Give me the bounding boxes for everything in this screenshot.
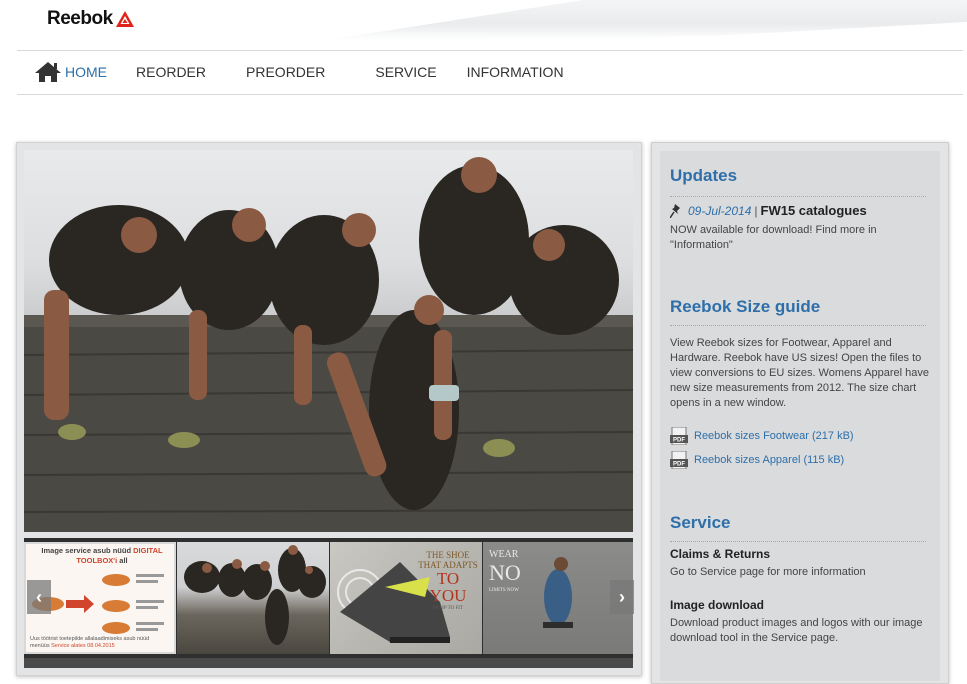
thumbnail-scrollbar [24,658,633,668]
thumbnail-strip: Image service asub nüüd DIGITAL TOOLBOX'… [24,538,633,658]
nav-preorder[interactable]: PREORDER [246,64,325,80]
claims-title[interactable]: Claims & Returns [670,547,770,561]
update-date: 09-Jul-2014 [688,203,752,218]
thumb1-footer: Uus töötrist toetepilde allalaadimiseks … [30,636,174,650]
size-guide-divider [670,325,926,326]
thumb2-graphic [184,545,326,645]
sidebar-panel: Updates 09-Jul-2014 | FW15 catalogues NO… [660,151,940,681]
athletes-photo [24,157,633,532]
thumbnail-3[interactable]: THE SHOE THAT ADAPTS TO YOU PUMP TO FIT [330,542,482,654]
thumb1-title-highlight: DIGITAL [133,546,163,555]
thumb1-title: Image service asub nüüd DIGITAL TOOLBOX'… [32,546,172,566]
nav-service[interactable]: SERVICE [375,64,436,80]
pdf-icon: PDF [670,427,688,445]
thumb1-footer-highlight: Service alates 08.04.2015 [51,643,115,649]
thumb1-title-highlight-2: TOOLBOX'i [76,556,118,565]
hero-image[interactable] [24,150,633,532]
thumb3-line3: TO YOU [429,569,467,605]
size-apparel-link[interactable]: PDF Reebok sizes Apparel (115 kB) [670,451,844,469]
updates-divider [670,196,926,197]
pdf-icon: PDF [670,451,688,469]
thumb3-line4: PUMP TO FIT [433,606,463,611]
image-download-title[interactable]: Image download [670,598,764,612]
size-apparel-label: Reebok sizes Apparel (115 kB) [694,454,845,466]
image-download-body: Download product images and logos with o… [670,617,923,644]
nav-reorder[interactable]: REORDER [136,64,206,80]
size-footwear-label: Reebok sizes Footwear (217 kB) [694,430,854,442]
thumb3-text: THE SHOE THAT ADAPTS TO YOU PUMP TO FIT [418,550,478,614]
update-headline: FW15 catalogues [760,203,867,218]
slider-next-button[interactable]: › [610,580,634,614]
service-title: Service [670,513,731,532]
nav-home-label: HOME [65,64,107,80]
thumb1-footer-text-2: menüüs [30,643,50,649]
size-footwear-link[interactable]: PDF Reebok sizes Footwear (217 kB) [670,427,854,445]
size-guide-body: View Reebok sizes for Footwear, Apparel … [670,337,930,409]
thumb1-title-text: Image service asub nüüd [41,546,132,555]
header-divider [17,50,963,51]
thumb1-footer-text: Uus töötrist toetepilde allalaadimiseks … [30,636,150,642]
update-body: NOW available for download! Find more in… [670,224,877,251]
reebok-delta-icon [115,11,134,27]
site-header: Reebok [0,0,967,50]
pin-icon [670,203,680,218]
claims-body: Go to Service page for more information [670,566,866,578]
header-decoration [327,0,967,40]
pdf-icon-label: PDF [673,438,685,444]
reebok-logo[interactable]: Reebok [47,8,134,30]
update-separator: | [754,203,758,218]
updates-title: Updates [670,166,738,185]
nav-information[interactable]: INFORMATION [467,64,564,80]
image-slider: Image service asub nüüd DIGITAL TOOLBOX'… [16,142,642,676]
main-nav: HOME REORDER PREORDER SERVICE INFORMATIO… [34,56,564,88]
update-item[interactable]: 09-Jul-2014 | FW15 catalogues [670,203,867,218]
nav-home[interactable]: HOME [34,60,107,84]
thumb3-line1: THE SHOE [426,550,470,560]
service-divider [670,541,926,542]
logo-text: Reebok [47,8,113,29]
thumbnail-2[interactable] [177,542,329,654]
size-guide-title: Reebok Size guide [670,297,821,316]
home-icon [35,62,61,82]
nav-divider [17,94,963,95]
sidebar: Updates 09-Jul-2014 | FW15 catalogues NO… [651,142,949,684]
pdf-icon-label: PDF [673,462,685,468]
slider-prev-button[interactable]: ‹ [27,580,51,614]
thumb1-title-suffix: all [119,556,128,565]
